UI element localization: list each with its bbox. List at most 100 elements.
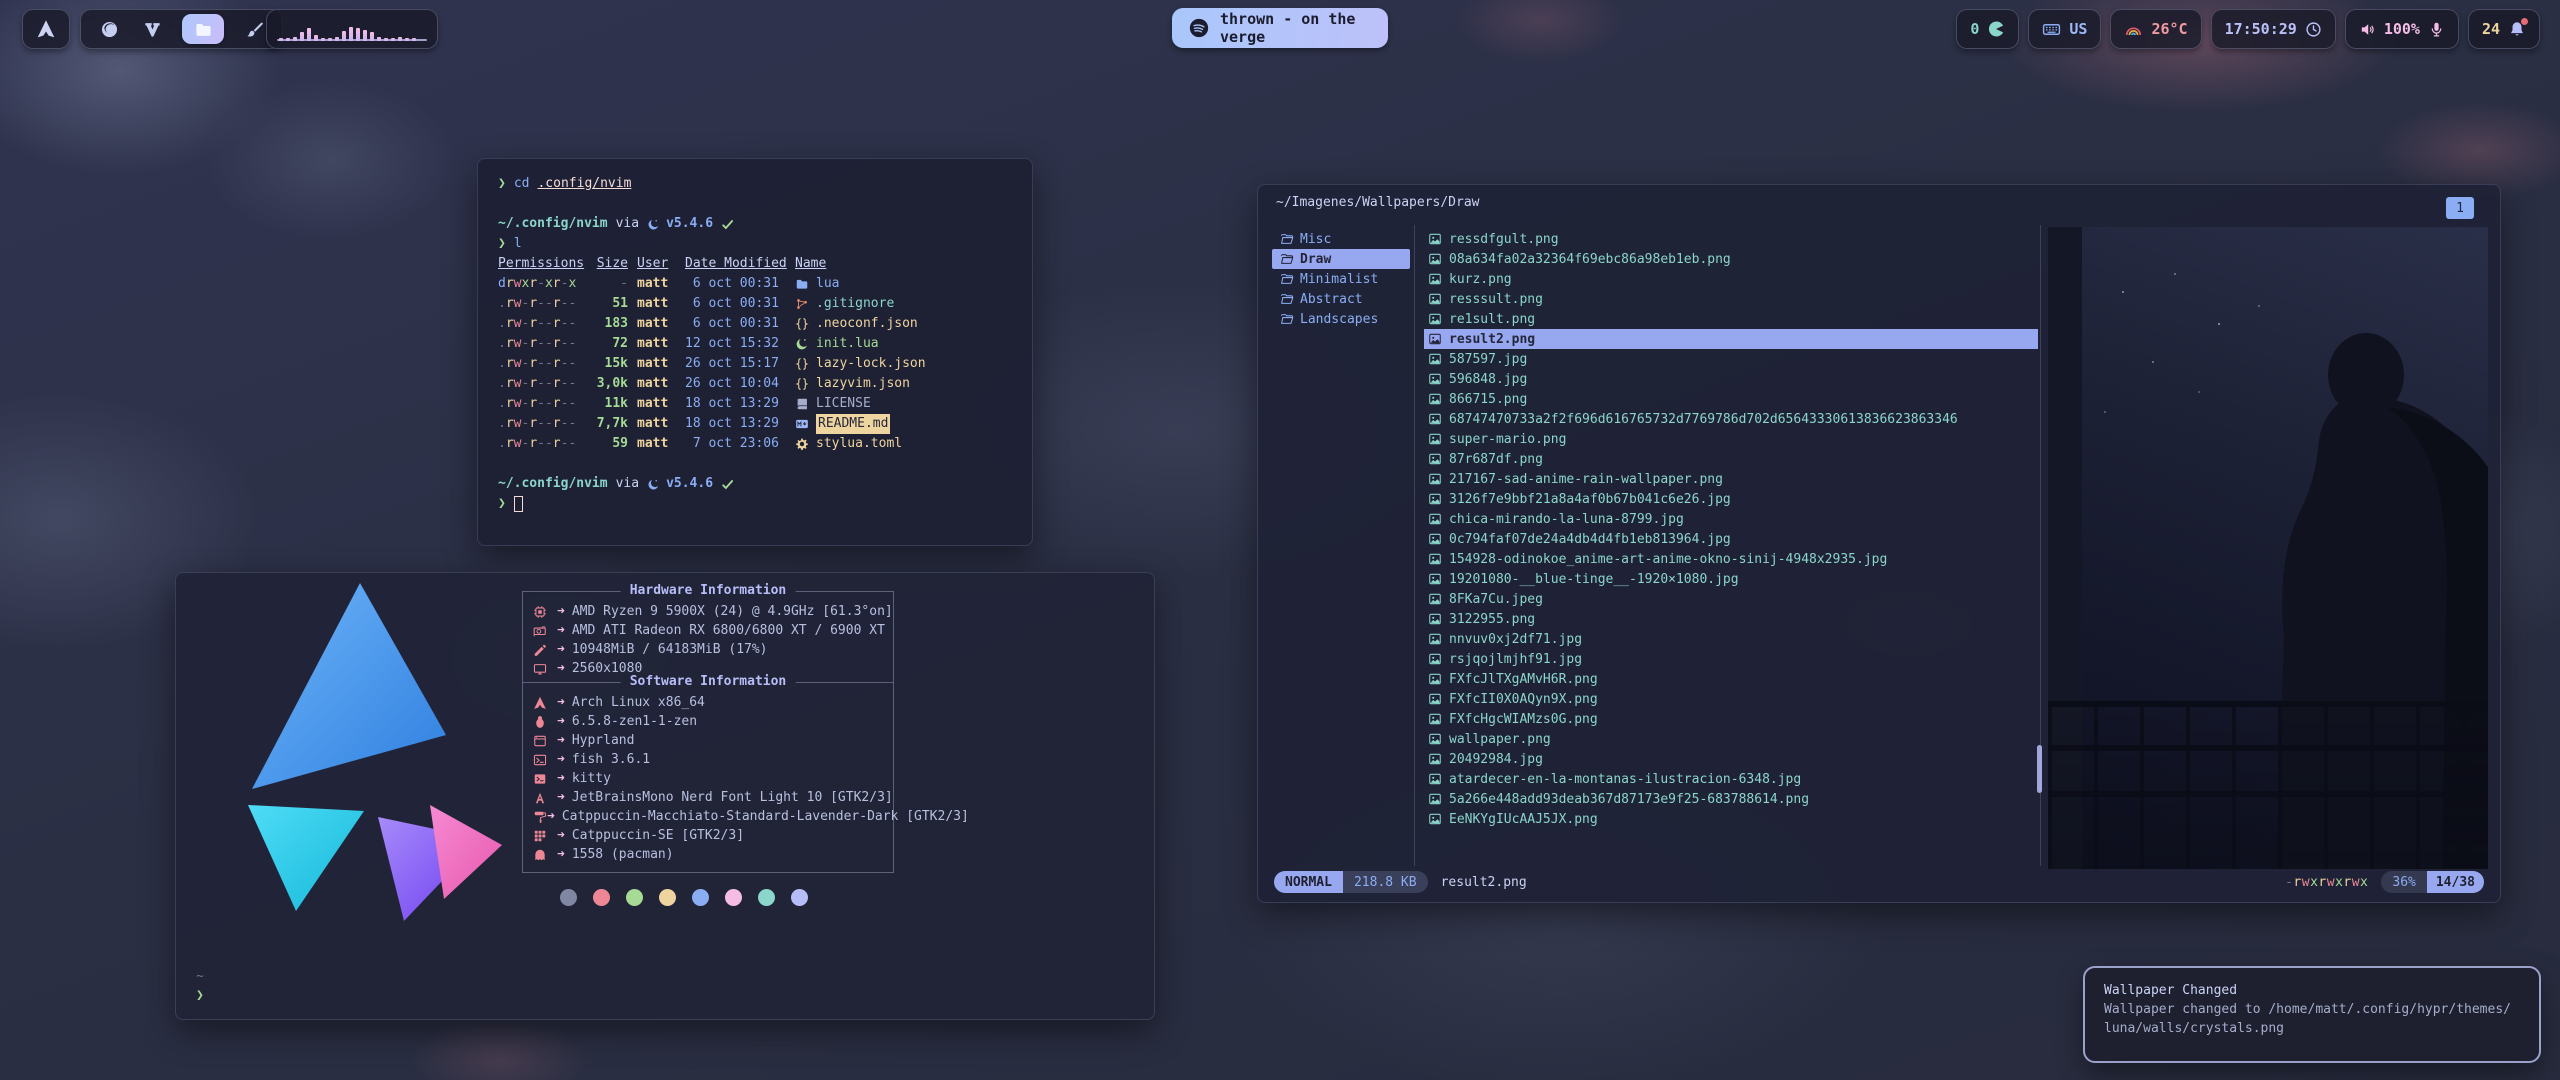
file-item[interactable]: FXfcII0X0AQyn9X.png [1424, 689, 2038, 709]
sidebar-item-minimalist[interactable]: Minimalist [1272, 269, 1410, 289]
file-item[interactable]: 587597.jpg [1424, 349, 2038, 369]
crystals-logo [192, 577, 504, 925]
file-manager-window[interactable]: ~/Imagenes/Wallpapers/Draw 1 MiscDrawMin… [1257, 184, 2501, 903]
file-item-label: result2.png [1449, 332, 1535, 347]
image-icon [1428, 512, 1442, 526]
file-item[interactable]: 8FKa7Cu.jpeg [1424, 589, 2038, 609]
file-item[interactable]: 20492984.jpg [1424, 749, 2038, 769]
keyboard-module[interactable]: US [2028, 9, 2101, 49]
hardware-info-box: Hardware Information ➜AMD Ryzen 9 5900X … [522, 591, 894, 682]
arrow-icon: ➜ [547, 807, 555, 826]
file-name-label: .gitignore [816, 294, 894, 314]
dock-item-brush[interactable] [241, 14, 267, 44]
file-item[interactable]: FXfcHgcWIAMzs0G.png [1424, 709, 2038, 729]
clock-value: 17:50:29 [2225, 20, 2297, 38]
file-item-label: 154928-odinokoe_anime-art-anime-okno-sin… [1449, 552, 1887, 567]
file-permissions: .rw-r--r-- [498, 374, 586, 394]
notification-toast[interactable]: Wallpaper Changed Wallpaper changed to /… [2083, 966, 2541, 1063]
image-icon [1428, 352, 1442, 366]
sidebar-item-misc[interactable]: Misc [1272, 229, 1410, 249]
file-item[interactable]: 866715.png [1424, 389, 2038, 409]
file-item[interactable]: nnvuv0xj2df71.jpg [1424, 629, 2038, 649]
file-item[interactable]: FXfcJlTXgAMvH6R.png [1424, 669, 2038, 689]
file-name-label: .neoconf.json [816, 314, 918, 334]
visualizer-baseline [277, 39, 427, 41]
file-size: 59 [586, 434, 628, 454]
cursor-position: 14/38 [2427, 871, 2484, 893]
file-item[interactable]: 596848.jpg [1424, 369, 2038, 389]
calendar-module[interactable]: 24 [2468, 9, 2540, 49]
file-item[interactable]: 68747470733a2f2f696d616765732d7769786d70… [1424, 409, 2038, 429]
file-item[interactable]: 154928-odinokoe_anime-art-anime-okno-sin… [1424, 549, 2038, 569]
folder-icon [194, 20, 213, 39]
folder-open-icon [1280, 272, 1294, 286]
fetch-entry-text: AMD ATI Radeon RX 6800/6800 XT / 6900 XT [572, 621, 885, 640]
palette-dot [626, 889, 643, 906]
file-owner: matt [637, 374, 679, 394]
file-item[interactable]: chica-mirando-la-luna-8799.jpg [1424, 509, 2038, 529]
font-icon [533, 791, 557, 805]
file-date: 6 oct 00:31 [685, 294, 787, 314]
weather-module[interactable]: 26°C [2110, 9, 2201, 49]
file-item[interactable]: kurz.png [1424, 269, 2038, 289]
file-item[interactable]: result2.png [1424, 329, 2038, 349]
book-icon [795, 397, 809, 411]
app-launcher-button[interactable] [22, 9, 70, 49]
dock-item-vim[interactable] [139, 14, 165, 44]
file-item[interactable]: 0c794faf07de24a4db4d4fb1eb813964.jpg [1424, 529, 2038, 549]
file-item[interactable]: 08a634fa02a32364f69ebc86a98eb1eb.png [1424, 249, 2038, 269]
sidebar-item-landscapes[interactable]: Landscapes [1272, 309, 1410, 329]
list-scrollbar-thumb[interactable] [2037, 745, 2042, 793]
file-item[interactable]: re1sult.png [1424, 309, 2038, 329]
folder-sidebar: MiscDrawMinimalistAbstractLandscapes [1272, 229, 1410, 329]
file-item-label: atardecer-en-la-montanas-ilustracion-634… [1449, 772, 1801, 787]
arrow-icon: ➜ [557, 731, 565, 750]
file-item[interactable]: 217167-sad-anime-rain-wallpaper.png [1424, 469, 2038, 489]
moon-icon [647, 214, 660, 234]
image-icon [1428, 452, 1442, 466]
file-item-label: 217167-sad-anime-rain-wallpaper.png [1449, 472, 1723, 487]
file-date: 7 oct 23:06 [685, 434, 787, 454]
image-icon [1428, 752, 1442, 766]
arch-icon [533, 696, 557, 710]
terminal-file-row: .rw-r--r--11kmatt18 oct 13:29LICENSE [498, 394, 1012, 414]
file-item[interactable]: 3126f7e9bbf21a8a4af0b67b041c6e26.jpg [1424, 489, 2038, 509]
cpu-icon [533, 605, 557, 619]
file-item-label: FXfcJlTXgAMvH6R.png [1449, 672, 1598, 687]
file-item[interactable]: 5a266e448add93deab367d87173e9f25-6837886… [1424, 789, 2038, 809]
file-item-label: wallpaper.png [1449, 732, 1551, 747]
file-item[interactable]: atardecer-en-la-montanas-ilustracion-634… [1424, 769, 2038, 789]
sidebar-item-abstract[interactable]: Abstract [1272, 289, 1410, 309]
file-item[interactable]: 87r687df.png [1424, 449, 2038, 469]
image-icon [1428, 692, 1442, 706]
image-icon [1428, 772, 1442, 786]
software-info-box: Software Information ➜Arch Linux x86_64➜… [522, 682, 894, 873]
shell-icon [533, 753, 557, 767]
fetch-entry: ➜JetBrainsMono Nerd Font Light 10 [GTK2/… [533, 788, 893, 807]
file-item[interactable]: 3122955.png [1424, 609, 2038, 629]
file-item[interactable]: ressdfgult.png [1424, 229, 2038, 249]
fetch-entry: ➜10948MiB / 64183MiB (17%) [533, 640, 893, 659]
updates-module[interactable]: 0 [1956, 9, 2019, 49]
audio-module[interactable]: 100% [2345, 9, 2459, 49]
updates-value: 0 [1970, 20, 1979, 38]
notification-dot [2521, 18, 2528, 25]
image-icon [1428, 392, 1442, 406]
microphone-icon [2428, 21, 2445, 38]
file-name-label: README.md [816, 414, 890, 434]
file-item[interactable]: resssult.png [1424, 289, 2038, 309]
sidebar-item-draw[interactable]: Draw [1272, 249, 1410, 269]
terminal-window[interactable]: ❯cd.config/nvim ~/.config/nvimviav5.4.6 … [477, 158, 1033, 546]
media-player-widget[interactable]: thrown - on the verge [1172, 8, 1388, 48]
file-item[interactable]: EeNKYgIUcAAJ5JX.png [1424, 809, 2038, 829]
dock-item-firefox[interactable] [96, 14, 122, 44]
file-item[interactable]: 19201080-__blue-tinge__-1920×1080.jpg [1424, 569, 2038, 589]
file-item[interactable]: super-mario.png [1424, 429, 2038, 449]
audio-visualizer-widget[interactable] [266, 9, 438, 49]
clock-module[interactable]: 17:50:29 [2211, 9, 2336, 49]
file-item-label: 587597.jpg [1449, 352, 1527, 367]
dock-item-folder[interactable] [182, 14, 224, 44]
file-item[interactable]: wallpaper.png [1424, 729, 2038, 749]
system-fetch-window[interactable]: Hardware Information ➜AMD Ryzen 9 5900X … [175, 572, 1155, 1020]
file-item[interactable]: rsjqojlmjhf91.jpg [1424, 649, 2038, 669]
